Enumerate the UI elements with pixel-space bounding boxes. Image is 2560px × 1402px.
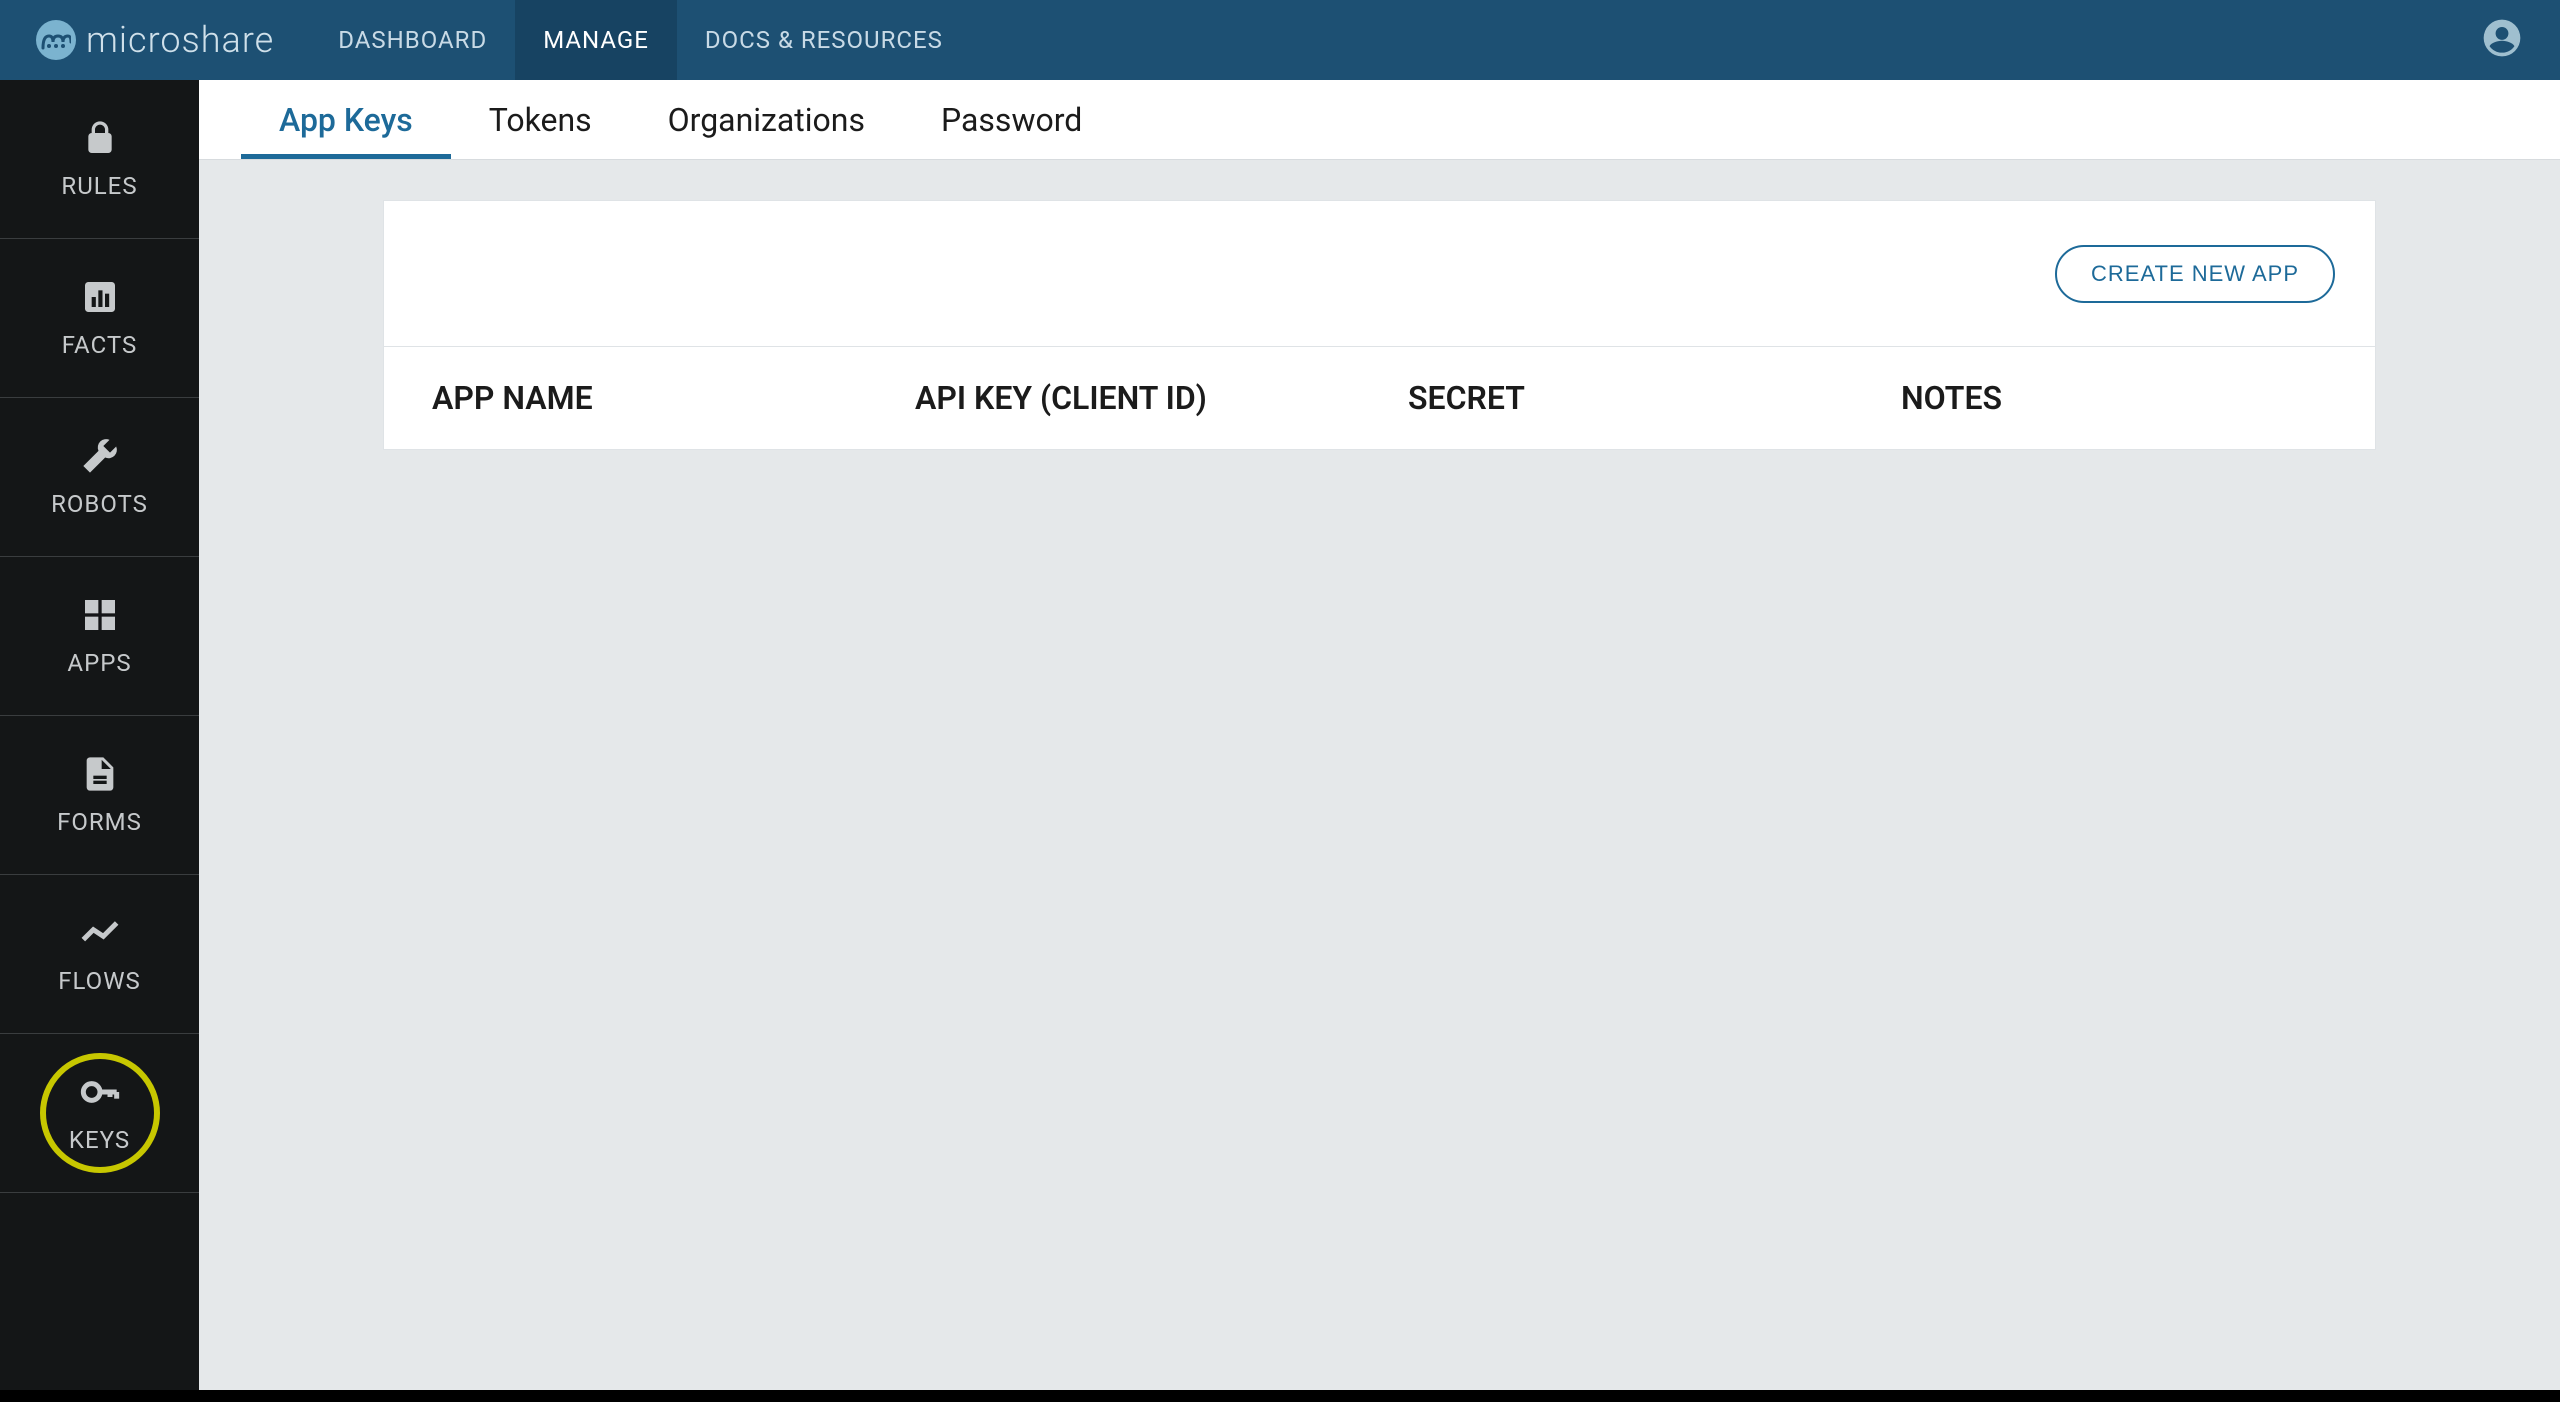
brand[interactable]: microshare <box>36 19 274 61</box>
table-header: APP NAME API KEY (CLIENT ID) SECRET NOTE… <box>384 347 2375 449</box>
key-icon <box>80 1072 120 1112</box>
tab-label: App Keys <box>279 101 413 139</box>
sidebar-item-label: FORMS <box>57 808 142 836</box>
topnav-label: MANAGE <box>543 26 649 54</box>
sidebar-item-robots[interactable]: ROBOTS <box>0 398 199 557</box>
brand-text: microshare <box>86 19 274 61</box>
topnav: DASHBOARD MANAGE DOCS & RESOURCES <box>310 0 971 80</box>
user-menu[interactable] <box>2480 16 2524 64</box>
content: CREATE NEW APP APP NAME API KEY (CLIENT … <box>199 160 2560 1390</box>
create-new-app-button[interactable]: CREATE NEW APP <box>2055 245 2335 303</box>
file-icon <box>80 754 120 794</box>
topbar-left: microshare DASHBOARD MANAGE DOCS & RESOU… <box>36 0 971 80</box>
sidebar-item-flows[interactable]: FLOWS <box>0 875 199 1034</box>
sidebar-item-apps[interactable]: APPS <box>0 557 199 716</box>
sidebar-item-rules[interactable]: RULES <box>0 80 199 239</box>
brand-logo-icon <box>36 20 76 60</box>
tab-tokens[interactable]: Tokens <box>451 80 630 159</box>
user-icon <box>2480 16 2524 60</box>
tabs: App Keys Tokens Organizations Password <box>199 80 2560 160</box>
col-header-app-name: APP NAME <box>432 379 915 417</box>
col-header-api-key: API KEY (CLIENT ID) <box>915 379 1408 417</box>
sidebar-item-label: FACTS <box>62 331 137 359</box>
lock-icon <box>80 118 120 158</box>
bottom-bar <box>0 1390 2560 1402</box>
sidebar-item-keys[interactable]: KEYS <box>0 1034 199 1193</box>
sidebar-item-label: RULES <box>61 172 137 200</box>
tab-password[interactable]: Password <box>903 80 1120 159</box>
panel-toolbar: CREATE NEW APP <box>384 201 2375 347</box>
topnav-item-dashboard[interactable]: DASHBOARD <box>310 0 515 80</box>
bar-chart-icon <box>80 277 120 317</box>
col-header-notes: NOTES <box>1901 379 2327 417</box>
sidebar-item-label: ROBOTS <box>51 490 148 518</box>
sidebar-item-label: APPS <box>67 649 131 677</box>
topnav-label: DASHBOARD <box>338 26 487 54</box>
topnav-label: DOCS & RESOURCES <box>705 26 943 54</box>
sidebar-item-label: FLOWS <box>58 967 140 995</box>
tab-organizations[interactable]: Organizations <box>630 80 903 159</box>
tab-label: Organizations <box>668 101 865 139</box>
main: App Keys Tokens Organizations Password C… <box>199 80 2560 1390</box>
topnav-item-manage[interactable]: MANAGE <box>515 0 677 80</box>
tab-label: Tokens <box>489 101 592 139</box>
topnav-item-docs[interactable]: DOCS & RESOURCES <box>677 0 971 80</box>
panel: CREATE NEW APP APP NAME API KEY (CLIENT … <box>383 200 2376 450</box>
trend-icon <box>80 913 120 953</box>
sidebar: RULES FACTS ROBOTS <box>0 80 199 1390</box>
tab-label: Password <box>941 101 1082 139</box>
button-label: CREATE NEW APP <box>2091 261 2299 286</box>
wrench-icon <box>80 436 120 476</box>
sidebar-item-facts[interactable]: FACTS <box>0 239 199 398</box>
topbar: microshare DASHBOARD MANAGE DOCS & RESOU… <box>0 0 2560 80</box>
tab-app-keys[interactable]: App Keys <box>241 80 451 159</box>
apps-grid-icon <box>80 595 120 635</box>
col-header-secret: SECRET <box>1408 379 1901 417</box>
sidebar-item-forms[interactable]: FORMS <box>0 716 199 875</box>
sidebar-item-label: KEYS <box>69 1126 130 1154</box>
